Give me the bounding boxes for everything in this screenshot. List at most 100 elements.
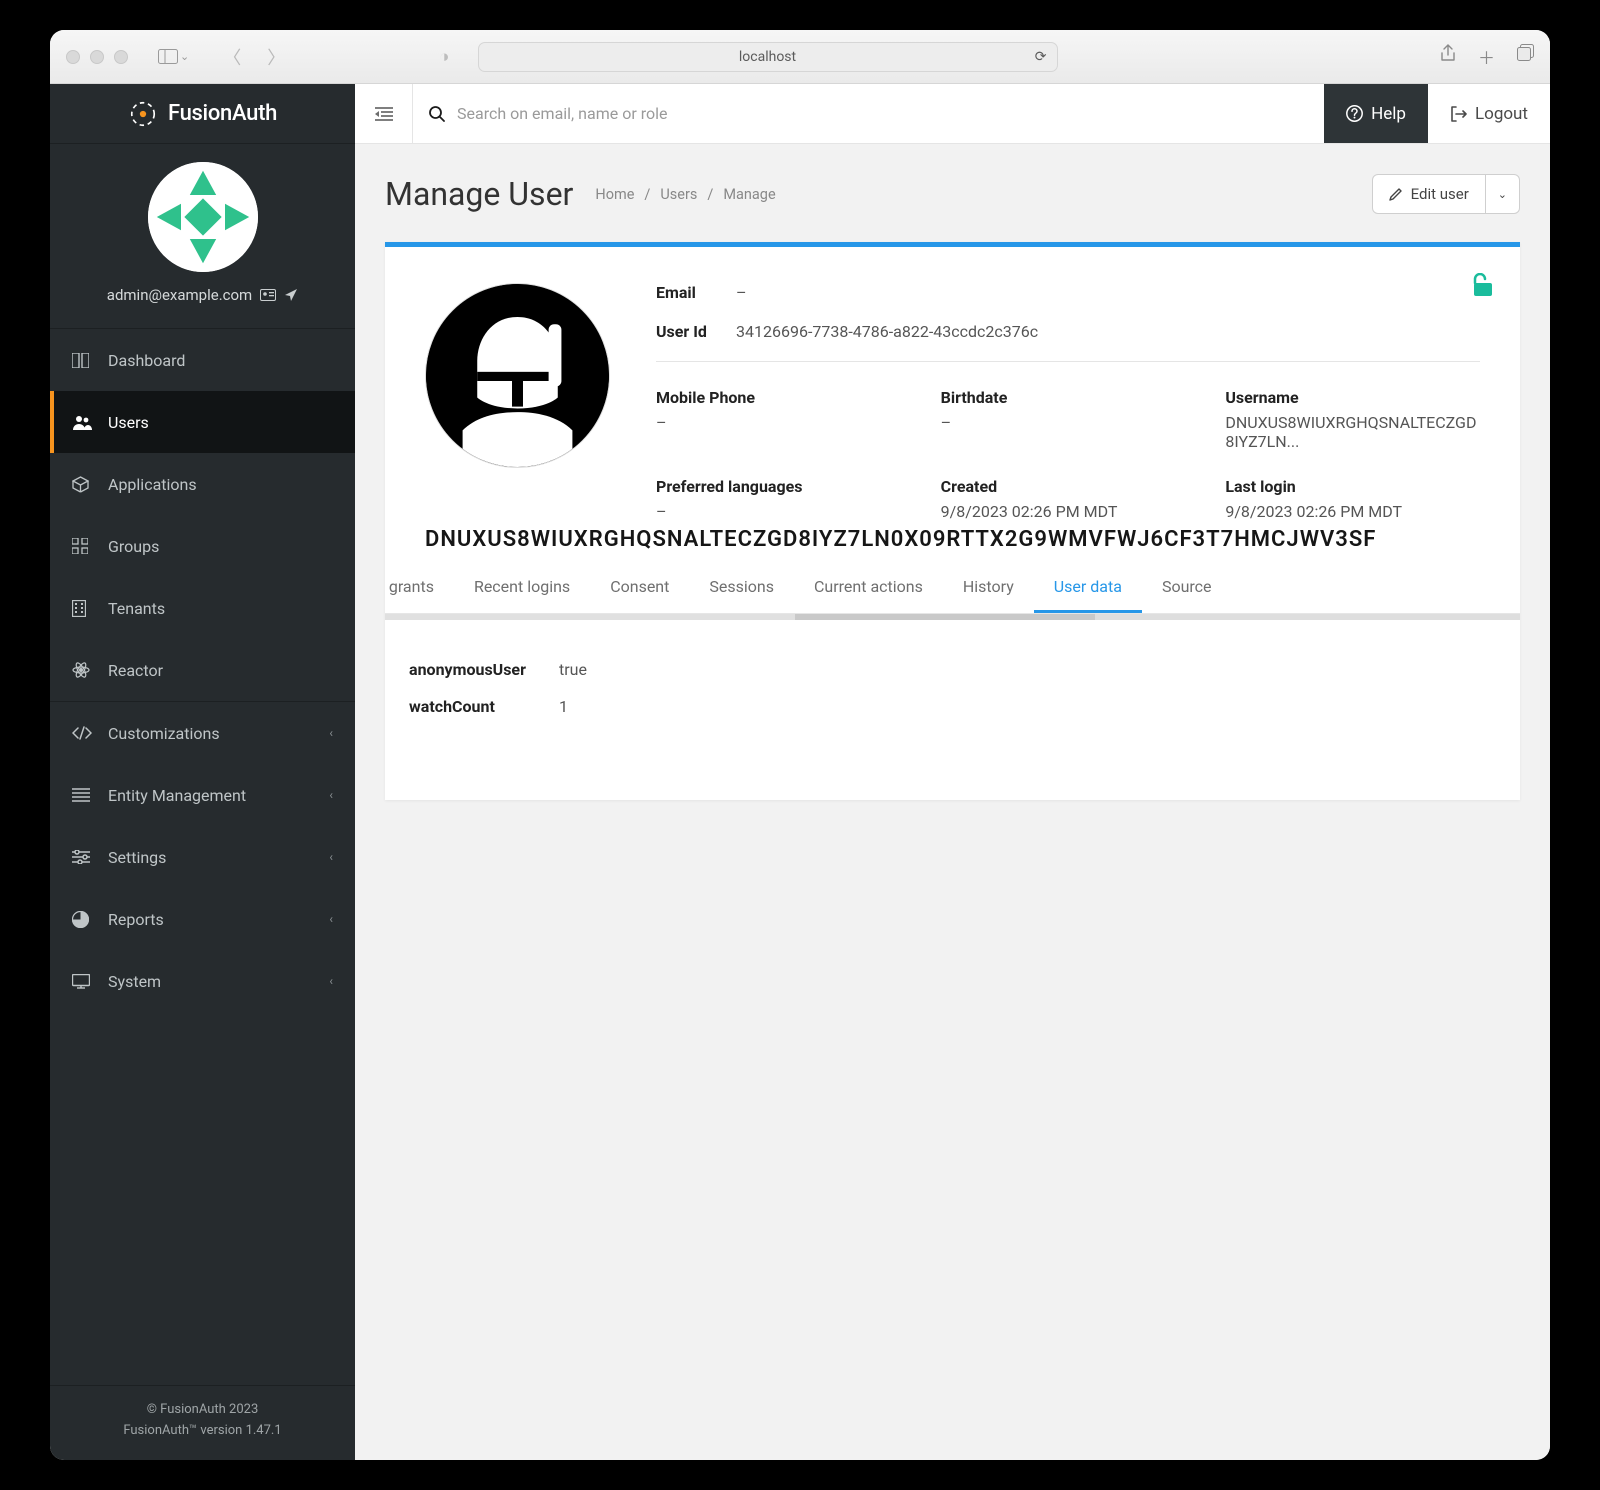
profile-email: admin@example.com bbox=[107, 286, 252, 304]
profile-block: admin@example.com bbox=[50, 144, 355, 329]
nav-label: Customizations bbox=[108, 724, 220, 743]
username-label: Username bbox=[1225, 388, 1480, 407]
forward-icon[interactable]: 〉 bbox=[267, 44, 285, 70]
email-value: – bbox=[736, 283, 747, 302]
privacy-shield-icon[interactable]: ◑ bbox=[439, 47, 449, 67]
sidebar-item-reactor[interactable]: Reactor bbox=[50, 639, 355, 701]
nav-label: Users bbox=[108, 413, 149, 432]
nav-label: Entity Management bbox=[108, 786, 246, 805]
chevron-left-icon: ‹ bbox=[329, 788, 333, 802]
sliders-icon bbox=[72, 850, 92, 864]
sidebar-item-users[interactable]: Users bbox=[50, 391, 355, 453]
user-avatar bbox=[425, 283, 610, 468]
traffic-lights bbox=[66, 50, 128, 64]
logout-button[interactable]: Logout bbox=[1428, 84, 1550, 143]
logo-mark-icon bbox=[128, 99, 158, 129]
minimize-dot[interactable] bbox=[90, 50, 104, 64]
sidebar-item-settings[interactable]: Settings ‹ bbox=[50, 826, 355, 888]
logout-icon bbox=[1450, 106, 1467, 122]
building-icon bbox=[72, 600, 92, 617]
tab-history[interactable]: History bbox=[943, 563, 1034, 613]
footer-version: FusionAuth™ version 1.47.1 bbox=[50, 1421, 355, 1442]
logout-label: Logout bbox=[1475, 104, 1528, 124]
reload-icon[interactable]: ⟳ bbox=[1035, 49, 1047, 65]
tab-user-data[interactable]: User data bbox=[1034, 563, 1142, 613]
edit-user-button[interactable]: Edit user bbox=[1372, 174, 1486, 214]
overlay-long-string: DNUXUS8WIUXRGHQSNALTECZGD8IYZ7LN0X09RTTX… bbox=[425, 527, 1376, 552]
sidebar-item-groups[interactable]: Groups bbox=[50, 515, 355, 577]
profile-avatar[interactable] bbox=[148, 162, 258, 272]
chart-icon bbox=[72, 911, 92, 928]
user-card: Email – User Id 34126696-7738-4786-a822-… bbox=[385, 242, 1520, 800]
id-card-icon[interactable] bbox=[260, 289, 276, 301]
nav-label: Applications bbox=[108, 475, 197, 494]
sidebar-toggle-icon[interactable]: ⌄ bbox=[158, 49, 189, 64]
users-icon bbox=[72, 415, 92, 430]
topbar: Help Logout bbox=[355, 84, 1550, 144]
sidebar-item-entity-management[interactable]: Entity Management ‹ bbox=[50, 764, 355, 826]
chevron-left-icon: ‹ bbox=[329, 850, 333, 864]
nav-label: Groups bbox=[108, 537, 159, 556]
tab-current-actions[interactable]: Current actions bbox=[794, 563, 943, 613]
nav-label: Dashboard bbox=[108, 351, 185, 370]
share-icon[interactable] bbox=[1440, 44, 1456, 69]
edit-user-dropdown[interactable]: ⌄ bbox=[1486, 174, 1520, 214]
brand-logo[interactable]: FusionAuth bbox=[50, 84, 355, 144]
hamburger-indent-icon bbox=[375, 107, 393, 121]
breadcrumb-current: Manage bbox=[723, 186, 775, 203]
created-label: Created bbox=[941, 477, 1196, 496]
reactor-icon bbox=[72, 661, 92, 679]
monitor-icon bbox=[72, 974, 92, 989]
nav-label: System bbox=[108, 972, 161, 991]
nav-label: Settings bbox=[108, 848, 166, 867]
tab-recent-logins[interactable]: Recent logins bbox=[454, 563, 590, 613]
location-arrow-icon[interactable] bbox=[284, 288, 298, 302]
sidebar-item-system[interactable]: System ‹ bbox=[50, 950, 355, 1012]
sidebar-item-tenants[interactable]: Tenants bbox=[50, 577, 355, 639]
tab-sessions[interactable]: Sessions bbox=[689, 563, 794, 613]
browser-titlebar: ⌄ 〈 〉 ◑ localhost ⟳ ＋ bbox=[50, 30, 1550, 84]
last-login-value: 9/8/2023 02:26 PM MDT bbox=[1225, 502, 1480, 521]
breadcrumb-users[interactable]: Users bbox=[660, 186, 697, 203]
userid-label: User Id bbox=[656, 322, 736, 341]
userdata-val-anonymous: true bbox=[559, 660, 587, 679]
sidebar-item-applications[interactable]: Applications bbox=[50, 453, 355, 515]
help-icon bbox=[1346, 105, 1363, 122]
username-value: DNUXUS8WIUXRGHQSNALTECZGD8IYZ7LN... bbox=[1225, 413, 1480, 451]
zoom-dot[interactable] bbox=[114, 50, 128, 64]
search-icon bbox=[429, 106, 445, 122]
tab-content-user-data: anonymousUsertrue watchCount1 bbox=[385, 620, 1520, 764]
back-icon[interactable]: 〈 bbox=[223, 44, 241, 70]
chevron-down-icon: ⌄ bbox=[1498, 188, 1507, 201]
chevron-left-icon: ‹ bbox=[329, 974, 333, 988]
mobile-phone-label: Mobile Phone bbox=[656, 388, 911, 407]
sidebar-item-customizations[interactable]: Customizations ‹ bbox=[50, 702, 355, 764]
sidebar-item-reports[interactable]: Reports ‹ bbox=[50, 888, 355, 950]
tabs-overview-icon[interactable] bbox=[1517, 44, 1534, 69]
sidebar-collapse-button[interactable] bbox=[355, 84, 413, 143]
brand-name: FusionAuth bbox=[168, 101, 277, 126]
page-title: Manage User bbox=[385, 175, 573, 213]
birthdate-value: – bbox=[941, 413, 1196, 432]
nav-label: Reactor bbox=[108, 661, 163, 680]
search-input[interactable] bbox=[457, 104, 1308, 123]
help-button[interactable]: Help bbox=[1324, 84, 1428, 143]
unlock-icon[interactable] bbox=[1472, 273, 1494, 297]
userdata-key-anonymous: anonymousUser bbox=[409, 660, 559, 679]
code-icon bbox=[72, 726, 92, 740]
sidebar-item-dashboard[interactable]: Dashboard bbox=[50, 329, 355, 391]
footer-copyright: © FusionAuth 2023 bbox=[50, 1400, 355, 1421]
tab-consent[interactable]: Consent bbox=[590, 563, 689, 613]
address-bar[interactable]: localhost ⟳ bbox=[478, 42, 1058, 72]
tab-entity-grants[interactable]: Entity grants bbox=[385, 563, 454, 613]
pencil-icon bbox=[1389, 187, 1403, 201]
tab-bar: Entity grantsRecent loginsConsentSession… bbox=[385, 563, 1520, 614]
new-tab-icon[interactable]: ＋ bbox=[1478, 44, 1495, 69]
edit-user-label: Edit user bbox=[1411, 185, 1469, 203]
grid-icon bbox=[72, 538, 92, 554]
tab-source[interactable]: Source bbox=[1142, 563, 1232, 613]
nav-label: Reports bbox=[108, 910, 164, 929]
close-dot[interactable] bbox=[66, 50, 80, 64]
breadcrumb-home[interactable]: Home bbox=[595, 186, 634, 203]
userdata-key-watchcount: watchCount bbox=[409, 697, 559, 716]
